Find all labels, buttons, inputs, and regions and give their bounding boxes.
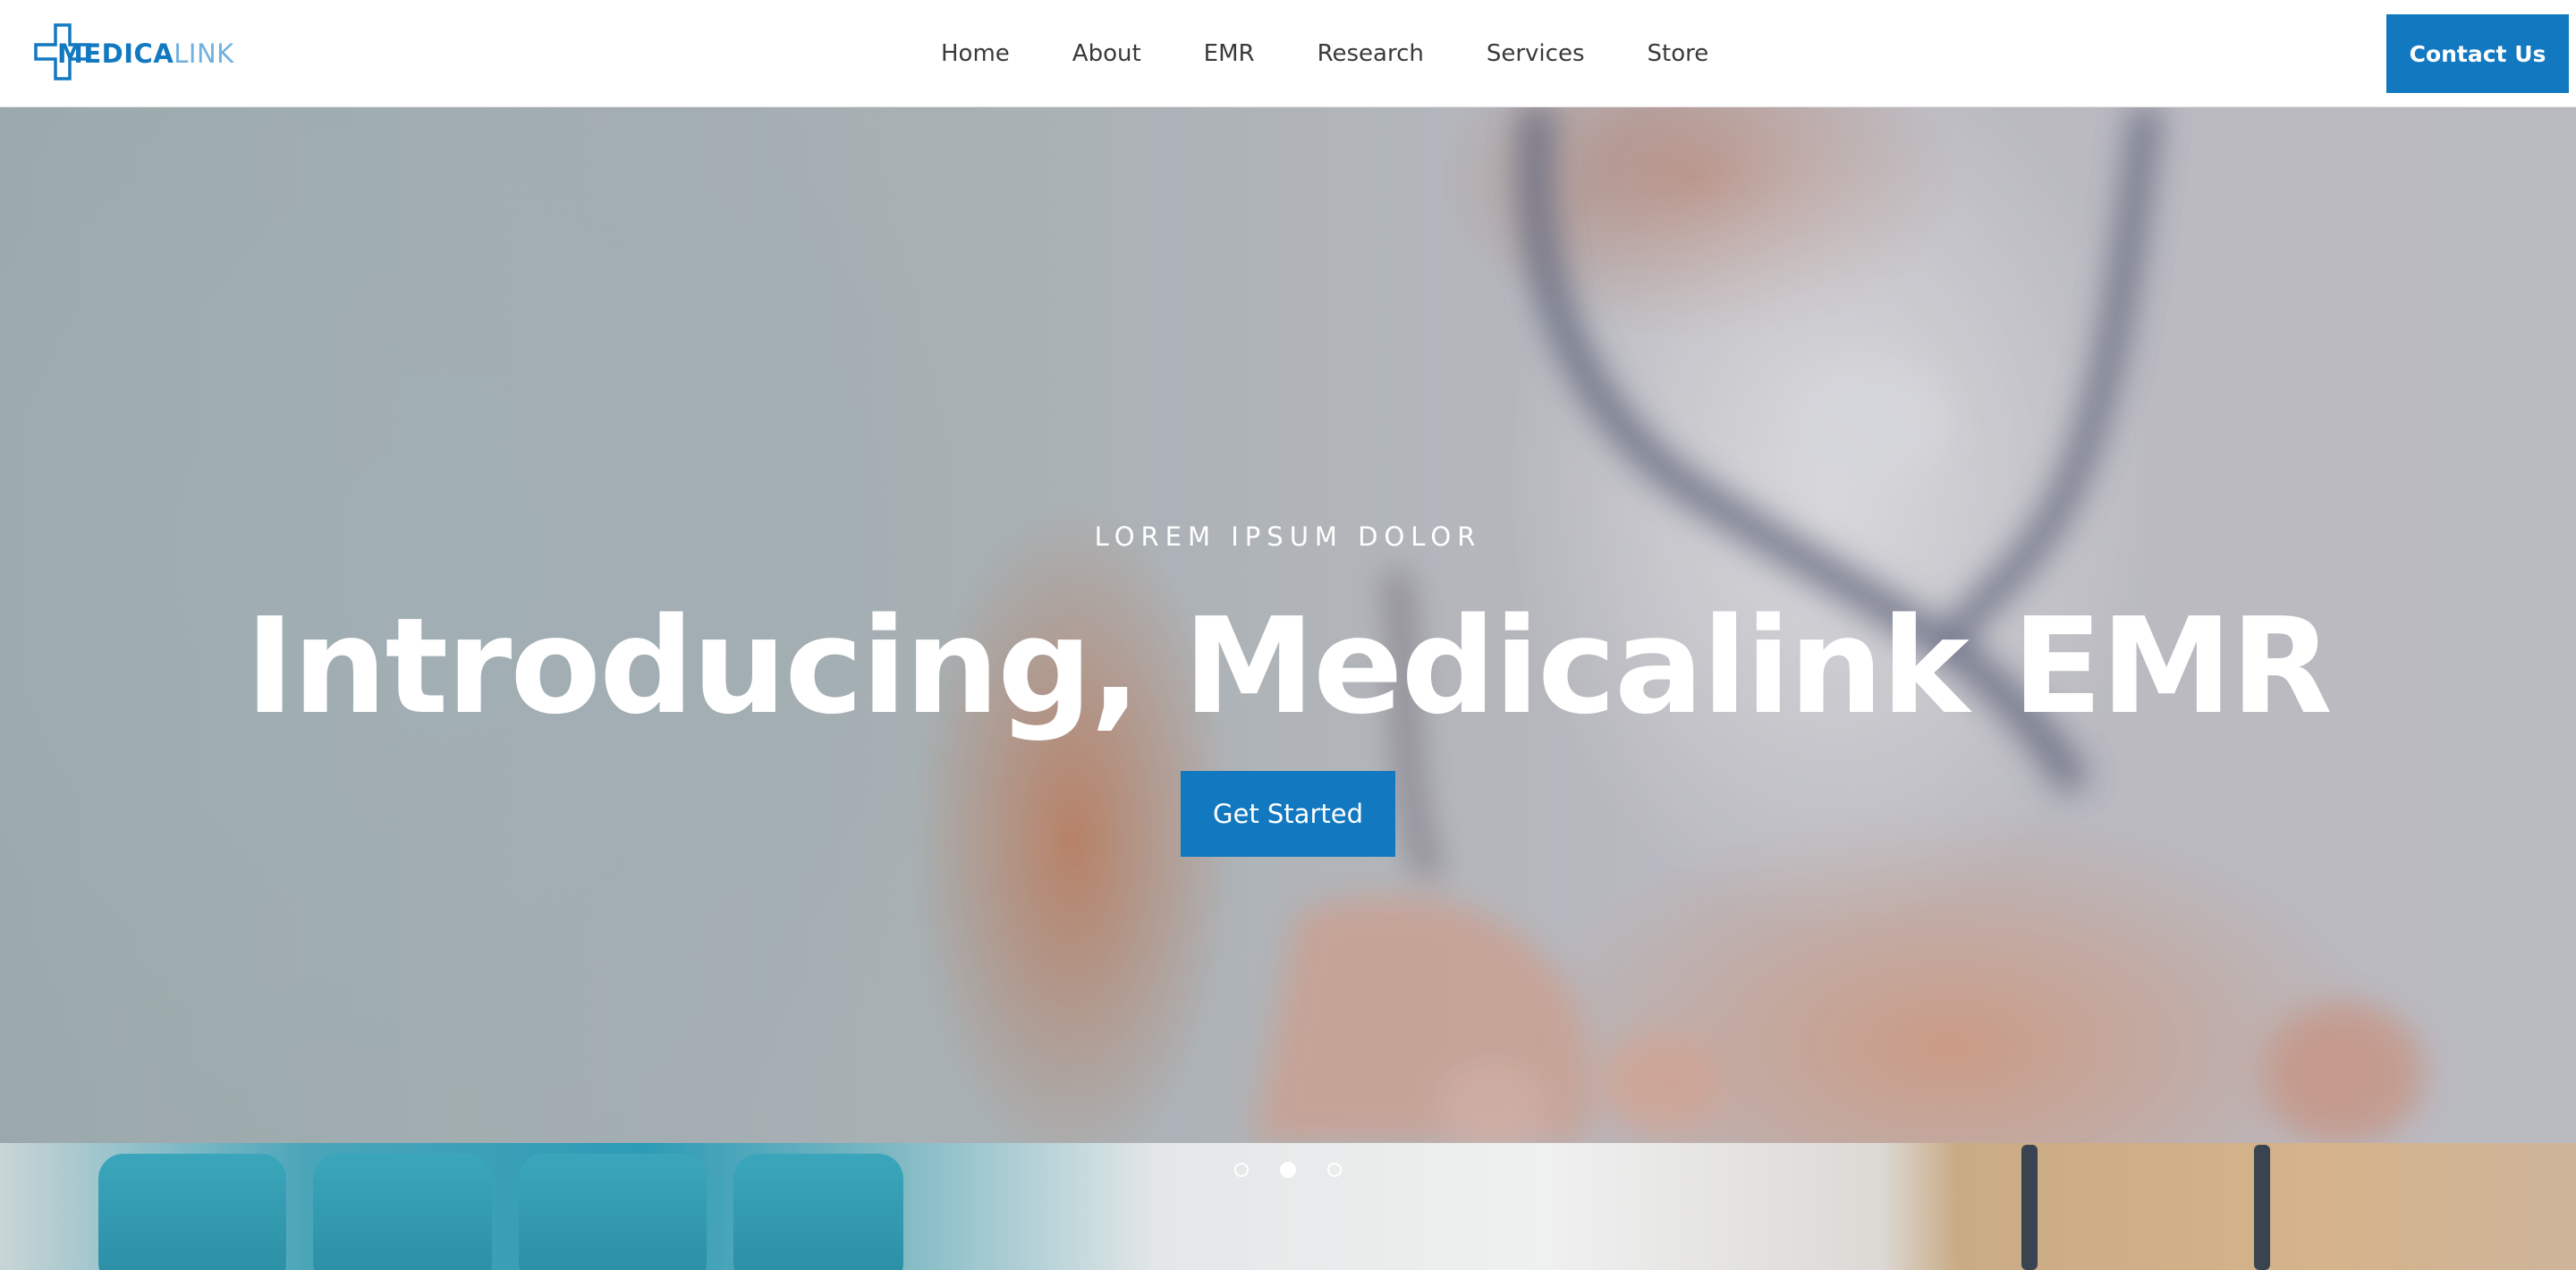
waiting-seat <box>98 1154 286 1270</box>
contact-us-button[interactable]: Contact Us <box>2386 14 2569 93</box>
waiting-seat <box>733 1154 903 1270</box>
hero-title: Introducing, Medicalink EMR <box>245 589 2333 743</box>
carousel-dot-icon[interactable] <box>1234 1163 1249 1177</box>
chair-leg <box>2021 1145 2038 1270</box>
chair-leg <box>2254 1145 2270 1270</box>
site-logo[interactable]: MEDICALINK <box>34 23 234 84</box>
logo-text-light: LINK <box>174 38 234 69</box>
carousel-dot-icon[interactable] <box>1327 1163 1342 1177</box>
page: MEDICALINK Home About EMR Research Servi… <box>0 0 2576 1270</box>
hero-slider: LOREM IPSUM DOLOR Introducing, Medicalin… <box>0 107 2576 1143</box>
hero-eyebrow: LOREM IPSUM DOLOR <box>1094 521 1482 552</box>
waiting-seat <box>519 1154 707 1270</box>
nav-item-services[interactable]: Services <box>1487 40 1585 67</box>
get-started-button[interactable]: Get Started <box>1181 771 1395 857</box>
carousel-dot-icon[interactable] <box>1280 1162 1296 1178</box>
waiting-seat <box>313 1154 492 1270</box>
main-nav: Home About EMR Research Services Store <box>941 0 1708 106</box>
logo-text: MEDICALINK <box>57 37 234 71</box>
carousel-dots <box>1234 1161 1342 1179</box>
nav-item-home[interactable]: Home <box>941 40 1010 67</box>
site-header: MEDICALINK Home About EMR Research Servi… <box>0 0 2576 107</box>
logo-text-bold: MEDICA <box>57 38 174 69</box>
nav-item-research[interactable]: Research <box>1318 40 1424 67</box>
nav-item-about[interactable]: About <box>1072 40 1141 67</box>
nav-item-store[interactable]: Store <box>1648 40 1709 67</box>
nav-item-emr[interactable]: EMR <box>1204 40 1255 67</box>
